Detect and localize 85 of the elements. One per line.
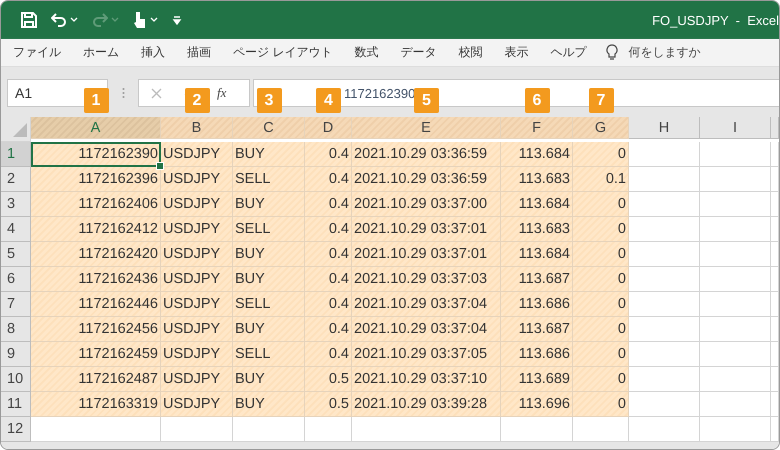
number-badge: 5: [414, 88, 439, 113]
table-cell: USDJPY: [161, 242, 233, 267]
table-cell: 1172162436: [31, 267, 161, 292]
number-badge: 1: [84, 88, 108, 113]
number-badge: 4: [316, 88, 341, 113]
table-cell: 113.696: [501, 392, 573, 417]
table-cell: BUY: [233, 317, 305, 342]
table-cell: 1172163319: [31, 392, 161, 417]
table-cell: 0.4: [305, 292, 352, 317]
table-cell: 0: [573, 217, 629, 242]
table-cell: USDJPY: [161, 142, 233, 167]
table-cell: SELL: [233, 167, 305, 192]
table-cell: 113.687: [501, 267, 573, 292]
table-cell: USDJPY: [161, 342, 233, 367]
table-cell: 113.683: [501, 217, 573, 242]
table-cell: 0: [573, 142, 629, 167]
table-cell: 2021.10.29 03:37:03: [352, 267, 501, 292]
table-cell: 0.5: [305, 367, 352, 392]
table-cell: 0.4: [305, 217, 352, 242]
table-cell: USDJPY: [161, 192, 233, 217]
table-cell: 0: [573, 317, 629, 342]
table-cell: 0.4: [305, 242, 352, 267]
table-cell: 0: [573, 192, 629, 217]
table-cell: 2021.10.29 03:36:59: [352, 167, 501, 192]
table-cell: SELL: [233, 292, 305, 317]
table-cell: 1172162487: [31, 367, 161, 392]
table-cell: 2021.10.29 03:37:01: [352, 242, 501, 267]
table-cell: BUY: [233, 267, 305, 292]
table-cell: 1172162456: [31, 317, 161, 342]
table-cell: 113.684: [501, 142, 573, 167]
table-cell: SELL: [233, 217, 305, 242]
table-cell: USDJPY: [161, 392, 233, 417]
table-cell: 113.686: [501, 292, 573, 317]
table-cell: 0: [573, 267, 629, 292]
table-cell: USDJPY: [161, 167, 233, 192]
table-cell: 0: [573, 392, 629, 417]
window-title: FO_USDJPY - Excel: [652, 12, 779, 28]
table-cell: 0.5: [305, 392, 352, 417]
table-cell: 0.4: [305, 267, 352, 292]
table-cell: 113.687: [501, 317, 573, 342]
table-cell: 0.4: [305, 167, 352, 192]
table-cell: USDJPY: [161, 317, 233, 342]
table-cell: 1172162396: [31, 167, 161, 192]
table-cell: 2021.10.29 03:36:59: [352, 142, 501, 167]
table-cell: 113.689: [501, 367, 573, 392]
table-cell: 2021.10.29 03:37:05: [352, 342, 501, 367]
table-cell: 1172162412: [31, 217, 161, 242]
table-cell: 0.4: [305, 317, 352, 342]
table-cell: 2021.10.29 03:37:01: [352, 217, 501, 242]
table-cell: 1172162459: [31, 342, 161, 367]
table-cell: BUY: [233, 192, 305, 217]
table-cell: 1172162406: [31, 192, 161, 217]
table-cell: 113.684: [501, 242, 573, 267]
table-cell: 0.4: [305, 342, 352, 367]
table-cell: USDJPY: [161, 267, 233, 292]
number-badge: 3: [256, 88, 282, 113]
table-cell: 0.4: [305, 192, 352, 217]
table-cell: USDJPY: [161, 292, 233, 317]
table-cell: 0.1: [573, 167, 629, 192]
number-badge: 6: [524, 88, 550, 113]
table-cell: 2021.10.29 03:37:00: [352, 192, 501, 217]
number-badge: 7: [588, 88, 614, 113]
table-cell: 113.683: [501, 167, 573, 192]
table-cell: 0: [573, 367, 629, 392]
number-badge: 2: [184, 88, 210, 113]
table-cell: 1172162446: [31, 292, 161, 317]
table-cell: 0.4: [305, 142, 352, 167]
table-cell: USDJPY: [161, 217, 233, 242]
table-cell: 113.684: [501, 192, 573, 217]
table-cell: 2021.10.29 03:39:28: [352, 392, 501, 417]
table-cell: SELL: [233, 342, 305, 367]
table-cell: 1172162420: [31, 242, 161, 267]
table-cell: BUY: [233, 392, 305, 417]
table-cell: USDJPY: [161, 367, 233, 392]
table-cell: 1172162390: [31, 142, 161, 167]
table-cell: BUY: [233, 367, 305, 392]
table-cell: 113.686: [501, 342, 573, 367]
table-cell: BUY: [233, 142, 305, 167]
table-cell: 2021.10.29 03:37:10: [352, 367, 501, 392]
table-cell: 0: [573, 242, 629, 267]
table-cell: BUY: [233, 242, 305, 267]
table-cell: 2021.10.29 03:37:04: [352, 292, 501, 317]
table-cell: 0: [573, 292, 629, 317]
table-cell: 0: [573, 342, 629, 367]
table-cell: 2021.10.29 03:37:04: [352, 317, 501, 342]
